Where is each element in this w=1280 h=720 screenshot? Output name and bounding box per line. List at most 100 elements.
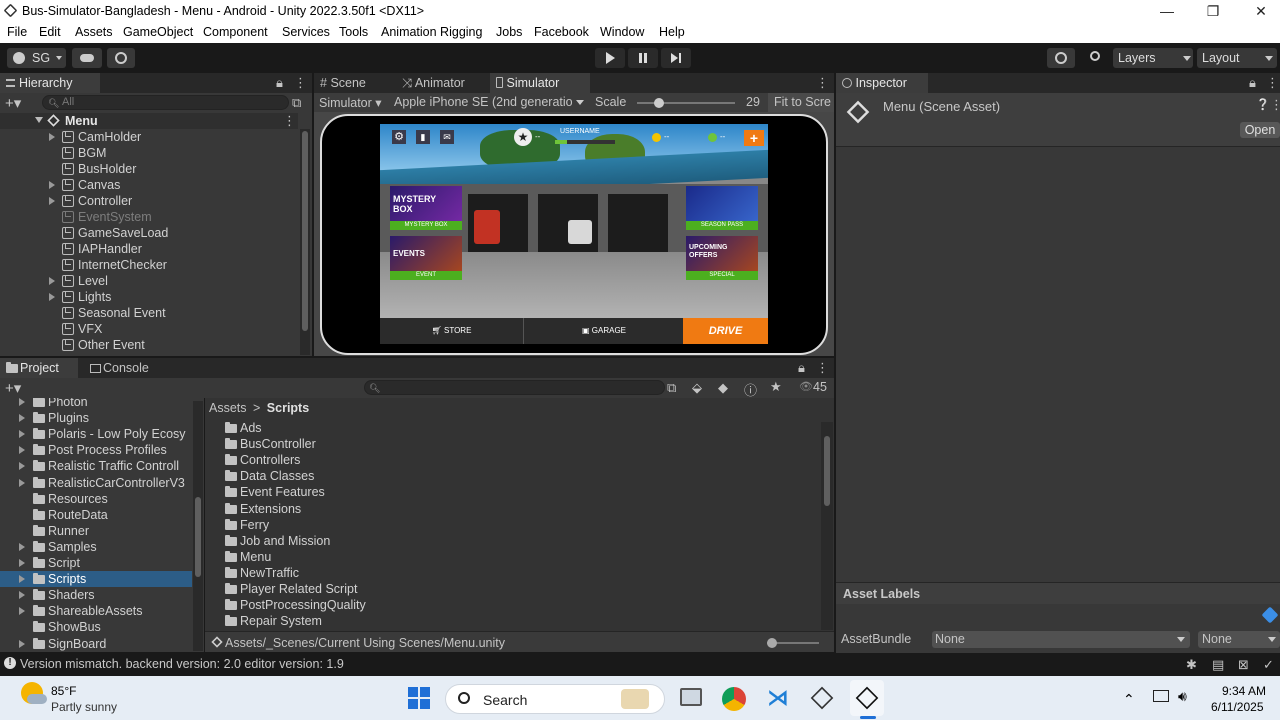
icon-size-slider[interactable]: [767, 638, 819, 648]
lock-icon[interactable]: 🔒︎: [276, 75, 283, 91]
hierarchy-item[interactable]: Lights: [0, 289, 298, 305]
add-currency-button[interactable]: +: [744, 130, 764, 146]
expand-arrow-icon[interactable]: [19, 446, 25, 455]
expand-arrow-icon[interactable]: [49, 197, 55, 205]
warning-filter-icon[interactable]: ⓘ: [744, 380, 757, 399]
pause-button[interactable]: [628, 48, 658, 68]
folder-item[interactable]: Controllers: [205, 452, 805, 468]
hierarchy-item[interactable]: EventSystem: [0, 209, 298, 225]
lock-icon[interactable]: 🔒︎: [798, 360, 805, 376]
project-tree-item[interactable]: Scripts: [0, 571, 192, 588]
hierarchy-scrollbar[interactable]: [300, 129, 310, 355]
maximize-button[interactable]: ❐: [1190, 0, 1236, 22]
more-options-icon[interactable]: ⋮: [283, 113, 296, 129]
tray-volume-icon[interactable]: 🔊︎: [1178, 688, 1187, 705]
project-tree-item[interactable]: Polaris - Low Poly Ecosy: [0, 426, 192, 442]
asset-bundle-dropdown[interactable]: None: [932, 631, 1190, 648]
menu-edit[interactable]: Edit: [39, 25, 61, 39]
project-tree-item[interactable]: Samples: [0, 539, 192, 555]
store-button[interactable]: 🛒︎ STORE: [380, 318, 524, 344]
hierarchy-root-row[interactable]: Menu ⋮: [0, 113, 298, 129]
tray-display-icon[interactable]: [1153, 690, 1169, 702]
more-options-icon[interactable]: ⋮: [294, 75, 307, 91]
project-tree-item[interactable]: RouteData: [0, 507, 192, 523]
project-tree-item[interactable]: SignBoard: [0, 636, 192, 652]
folder-item[interactable]: Repair System: [205, 613, 805, 629]
expand-arrow-icon[interactable]: [19, 591, 25, 600]
menu-jobs[interactable]: Jobs: [496, 25, 522, 39]
chrome-icon[interactable]: [722, 687, 746, 711]
hierarchy-item[interactable]: Other Event: [0, 337, 298, 353]
account-dropdown[interactable]: SG: [7, 48, 66, 68]
open-button[interactable]: Open: [1240, 122, 1280, 138]
upcoming-offers-card[interactable]: UPCOMING OFFERS SPECIAL: [686, 236, 758, 280]
hierarchy-item[interactable]: IAPHandler: [0, 241, 298, 257]
menu-animation-rigging[interactable]: Animation Rigging: [381, 25, 482, 39]
expand-arrow-icon[interactable]: [19, 478, 25, 487]
progress-icon[interactable]: ✓: [1263, 657, 1274, 673]
hierarchy-scroll-thumb[interactable]: [302, 131, 308, 331]
project-content-scroll-thumb[interactable]: [824, 436, 830, 506]
menu-assets[interactable]: Assets: [75, 25, 113, 39]
folder-item[interactable]: Data Classes: [205, 468, 805, 484]
search-by-type-icon[interactable]: ⧉: [667, 380, 676, 396]
tab-inspector[interactable]: Inspector: [836, 73, 928, 93]
breadcrumb-assets[interactable]: Assets: [209, 401, 247, 415]
step-button[interactable]: [661, 48, 691, 68]
project-tree-item[interactable]: Plugins: [0, 410, 192, 426]
scale-slider-handle[interactable]: [654, 98, 664, 108]
cloud-button[interactable]: [72, 48, 102, 68]
expand-arrow-icon[interactable]: [19, 462, 25, 471]
tab-console[interactable]: Console: [84, 358, 164, 378]
vscode-icon[interactable]: ⋊: [767, 687, 789, 709]
minimize-button[interactable]: —: [1144, 0, 1190, 22]
asset-variant-dropdown[interactable]: None: [1198, 631, 1280, 648]
tab-project[interactable]: Project: [0, 358, 78, 378]
tab-simulator[interactable]: Simulator: [490, 73, 590, 93]
clock-time[interactable]: 9:34 AM: [1222, 684, 1266, 698]
project-tree-item[interactable]: ShowBus: [0, 619, 192, 635]
project-tree-scroll-thumb[interactable]: [195, 497, 201, 577]
tab-hierarchy[interactable]: Hierarchy: [0, 73, 100, 93]
project-tree-item[interactable]: RealisticCarControllerV3: [0, 475, 192, 491]
more-options-icon[interactable]: ⋮: [816, 75, 829, 91]
folder-item[interactable]: Extensions: [205, 501, 805, 517]
tray-chevron-up-icon[interactable]: ⌃: [1123, 691, 1135, 708]
weather-desc[interactable]: Partly sunny: [51, 700, 117, 714]
cache-icon[interactable]: ▤: [1212, 657, 1224, 673]
menu-services[interactable]: Services: [282, 25, 330, 39]
hierarchy-search-input[interactable]: 🔍︎ All: [42, 95, 289, 110]
collab-button[interactable]: [107, 48, 135, 68]
menu-help[interactable]: Help: [659, 25, 685, 39]
status-message[interactable]: Version mismatch. backend version: 2.0 e…: [20, 657, 344, 671]
expand-arrow-icon[interactable]: [49, 277, 55, 285]
tab-animator[interactable]: ⤨ Animator: [396, 73, 490, 93]
hierarchy-item[interactable]: Level: [0, 273, 298, 289]
taskbar-search[interactable]: Search: [445, 684, 665, 714]
filter-type-icon[interactable]: ⬙: [692, 380, 702, 396]
folder-item[interactable]: Ferry: [205, 517, 805, 533]
lock-icon[interactable]: 🔒︎: [1249, 75, 1256, 91]
expand-arrow-icon[interactable]: [19, 639, 25, 648]
menu-component[interactable]: Component: [203, 25, 268, 39]
folder-item[interactable]: BusController: [205, 436, 805, 452]
task-view-icon[interactable]: [680, 688, 702, 706]
label-filter-icon[interactable]: ◆: [718, 380, 728, 396]
label-tag-icon[interactable]: [1261, 606, 1279, 624]
history-button[interactable]: [1047, 48, 1075, 68]
play-button[interactable]: [595, 48, 625, 68]
weather-temp[interactable]: 85°F: [51, 684, 76, 698]
project-tree-item[interactable]: Runner: [0, 523, 192, 539]
expand-arrow-icon[interactable]: [19, 607, 25, 616]
drive-button[interactable]: DRIVE: [683, 318, 768, 344]
hierarchy-item[interactable]: VFX: [0, 321, 298, 337]
menu-tools[interactable]: Tools: [339, 25, 368, 39]
expand-arrow-icon[interactable]: [19, 559, 25, 567]
events-card[interactable]: EVENTS EVENT: [390, 236, 462, 280]
windows-start-icon[interactable]: [408, 687, 430, 709]
project-tree-scrollbar[interactable]: [193, 401, 203, 651]
clock-date[interactable]: 6/11/2025: [1211, 700, 1264, 714]
tab-scene[interactable]: # Scene: [314, 73, 394, 93]
device-dropdown[interactable]: Apple iPhone SE (2nd generatio: [394, 95, 586, 109]
network-icon[interactable]: ⊠: [1238, 657, 1249, 673]
